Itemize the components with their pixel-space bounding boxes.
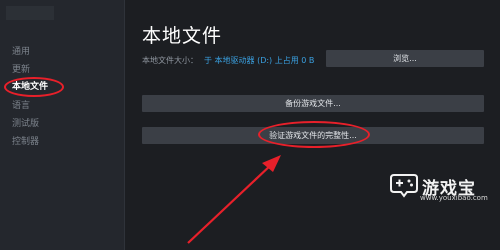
watermark: 游戏宝 www.youxibao.com [390,170,500,210]
gamepad-logo-icon [390,174,418,198]
watermark-url: www.youxibao.com [420,194,488,202]
annotation-arrow [187,155,281,244]
arrow-shaft [187,163,273,244]
